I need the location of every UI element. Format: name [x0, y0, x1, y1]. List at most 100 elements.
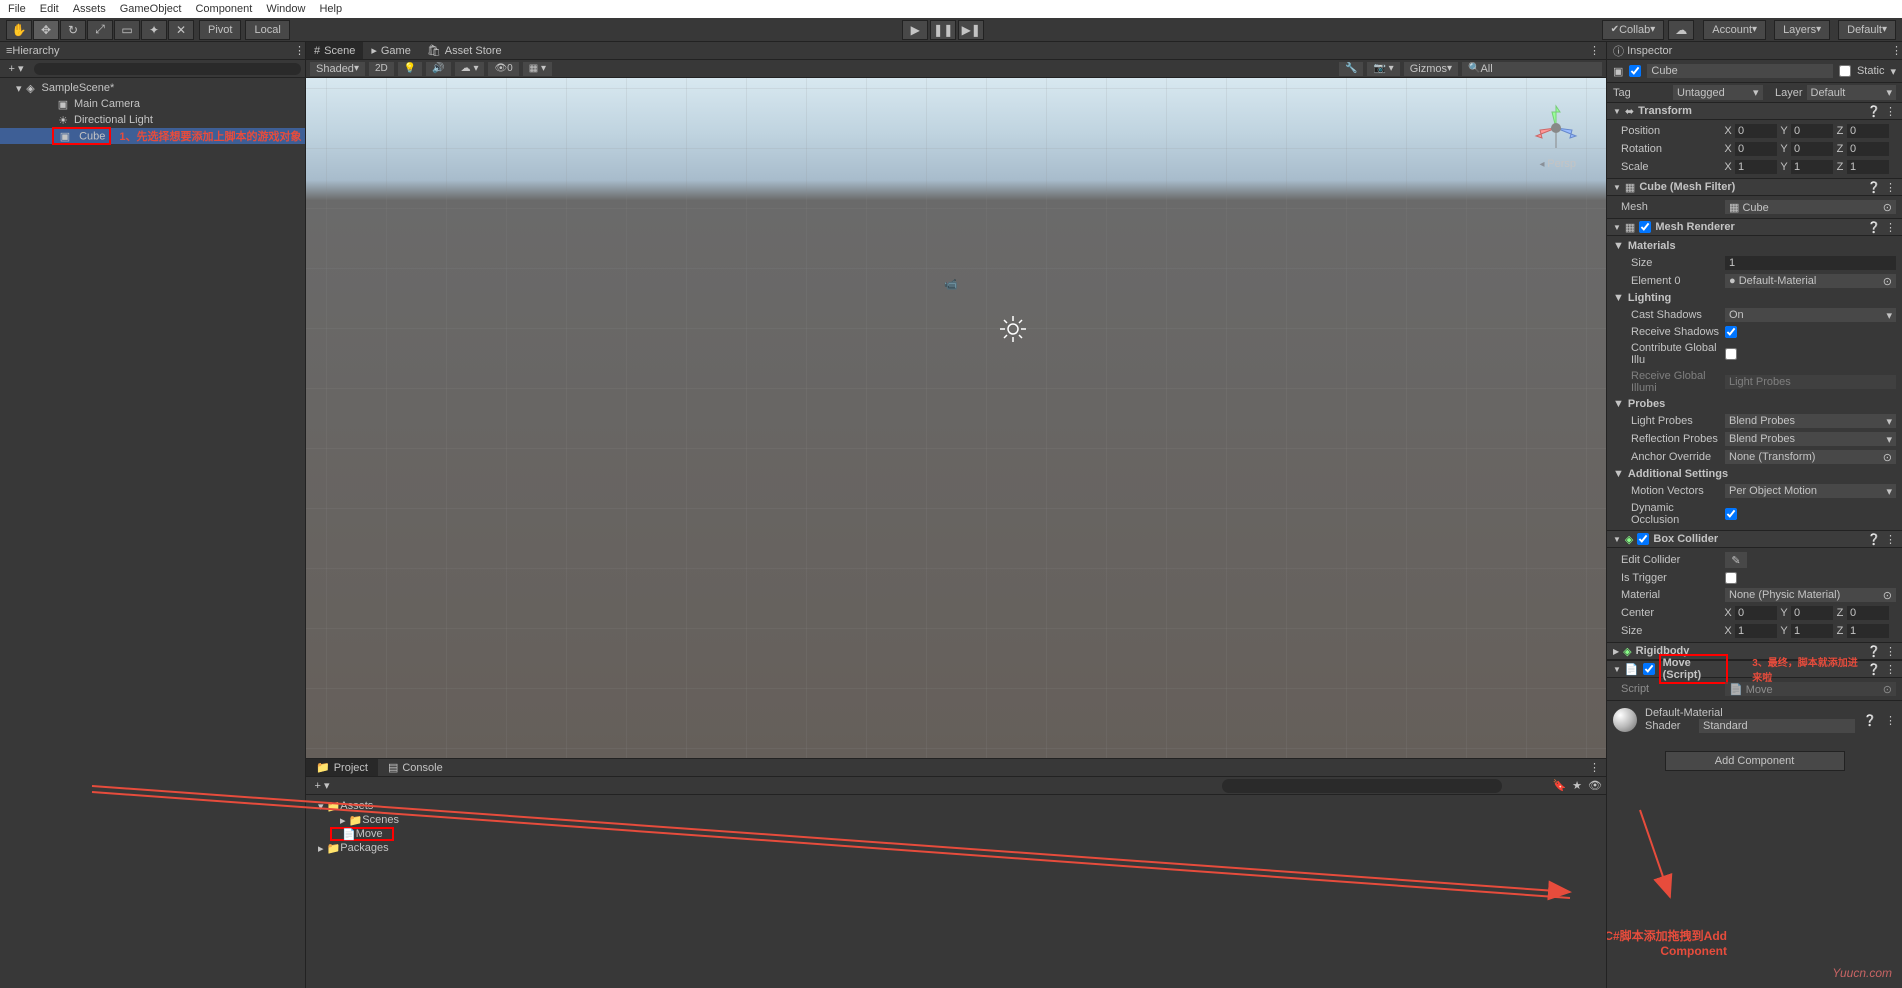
static-checkbox[interactable]	[1839, 65, 1851, 77]
scene-audio-toggle[interactable]: 🔊	[426, 62, 450, 76]
center-y[interactable]: 0	[1791, 606, 1833, 620]
collab-dropdown[interactable]: ✔ Collab ▾	[1602, 20, 1665, 40]
hierarchy-item-cube[interactable]: ▣ Cube 1、先选择想要添加上脚本的游戏对象	[0, 128, 305, 144]
physic-material-field[interactable]: None (Physic Material)⊙	[1725, 588, 1896, 602]
rotate-tool[interactable]: ↻	[60, 20, 86, 40]
center-x[interactable]: 0	[1735, 606, 1777, 620]
add-component-button[interactable]: Add Component	[1665, 751, 1845, 771]
play-button[interactable]: ▶	[902, 20, 928, 40]
script-enabled[interactable]	[1643, 663, 1655, 675]
scale-z[interactable]: 1	[1847, 160, 1889, 174]
pos-y[interactable]: 0	[1791, 124, 1833, 138]
project-hidden-icon[interactable]: 👁	[1588, 779, 1602, 792]
rot-x[interactable]: 0	[1735, 142, 1777, 156]
tab-scene[interactable]: #Scene	[306, 42, 363, 59]
hierarchy-search[interactable]	[34, 63, 301, 75]
packages-folder[interactable]: ▸ 📁 Packages	[306, 841, 1606, 855]
2d-toggle[interactable]: 2D	[369, 62, 394, 76]
menu-assets[interactable]: Assets	[73, 3, 106, 15]
scene-tools[interactable]: 🔧	[1339, 62, 1363, 76]
material-preview[interactable]: Default-Material ShaderStandard ❔⋮	[1607, 700, 1902, 739]
step-button[interactable]: ▶❚	[958, 20, 984, 40]
menu-edit[interactable]: Edit	[40, 3, 59, 15]
scene-lighting-toggle[interactable]: 💡	[398, 62, 422, 76]
local-toggle[interactable]: Local	[245, 20, 289, 40]
menu-help[interactable]: Help	[319, 3, 342, 15]
tab-project[interactable]: 📁Project	[306, 759, 378, 776]
transform-tool[interactable]: ✦	[141, 20, 167, 40]
scene-search[interactable]: 🔍 All	[1462, 62, 1602, 76]
shader-dropdown[interactable]: Standard	[1699, 719, 1855, 733]
tab-game[interactable]: ▸Game	[363, 42, 419, 59]
edit-collider-button[interactable]: ✎	[1725, 552, 1747, 568]
hierarchy-item-light[interactable]: ☀ Directional Light	[0, 112, 305, 128]
scale-x[interactable]: 1	[1735, 160, 1777, 174]
hand-tool[interactable]: ✋	[6, 20, 32, 40]
cast-shadows-dropdown[interactable]: On▾	[1725, 308, 1896, 322]
collider-component-header[interactable]: ▼◈ Box Collider❔⋮	[1607, 530, 1902, 548]
scale-tool[interactable]: ⤢	[87, 20, 113, 40]
menu-window[interactable]: Window	[266, 3, 305, 15]
tab-console[interactable]: ▤Console	[378, 759, 453, 776]
scenes-folder[interactable]: ▸ 📁 Scenes	[306, 813, 1606, 827]
custom-tool[interactable]: ✕	[168, 20, 194, 40]
project-search[interactable]	[1222, 779, 1502, 793]
dynamic-occlusion-checkbox[interactable]	[1725, 508, 1737, 520]
move-script-asset[interactable]: 📄 Move	[330, 827, 394, 841]
gameobject-name-field[interactable]: Cube	[1647, 64, 1833, 78]
rot-y[interactable]: 0	[1791, 142, 1833, 156]
material-element0[interactable]: ● Default-Material⊙	[1725, 274, 1896, 288]
layout-dropdown[interactable]: Default ▾	[1838, 20, 1896, 40]
layers-dropdown[interactable]: Layers ▾	[1774, 20, 1830, 40]
contribute-gi-checkbox[interactable]	[1725, 348, 1737, 360]
light-probes-dropdown[interactable]: Blend Probes▾	[1725, 414, 1896, 428]
pos-x[interactable]: 0	[1735, 124, 1777, 138]
tag-dropdown[interactable]: Untagged▾	[1673, 85, 1763, 100]
size-x[interactable]: 1	[1735, 624, 1777, 638]
orientation-gizmo[interactable]	[1526, 98, 1586, 158]
renderer-component-header[interactable]: ▼▦ Mesh Renderer❔⋮	[1607, 218, 1902, 236]
hierarchy-tab[interactable]: ≡ Hierarchy ⋮	[0, 42, 305, 60]
pos-z[interactable]: 0	[1847, 124, 1889, 138]
meshfilter-component-header[interactable]: ▼▦ Cube (Mesh Filter)❔⋮	[1607, 178, 1902, 196]
pause-button[interactable]: ❚❚	[930, 20, 956, 40]
scene-view[interactable]: 📹 ◂ Persp	[306, 78, 1606, 758]
persp-label[interactable]: ◂ Persp	[1539, 158, 1576, 170]
scene-camera[interactable]: 📷 ▾	[1367, 62, 1399, 76]
hierarchy-add-button[interactable]: + ▾	[4, 62, 28, 76]
move-tool[interactable]: ✥	[33, 20, 59, 40]
gameobject-active-checkbox[interactable]	[1629, 65, 1641, 77]
tab-assetstore[interactable]: 🛍Asset Store	[419, 42, 510, 59]
transform-component-header[interactable]: ▼⬌ Transform❔⋮	[1607, 102, 1902, 120]
anchor-override-field[interactable]: None (Transform)⊙	[1725, 450, 1896, 464]
project-filter-icon[interactable]: 🔖	[1552, 779, 1566, 792]
cube-gizmo[interactable]	[996, 298, 1028, 330]
scene-grid-toggle[interactable]: ▦ ▾	[523, 62, 552, 76]
collider-enabled[interactable]	[1637, 533, 1649, 545]
shading-dropdown[interactable]: Shaded ▾	[310, 62, 365, 76]
rect-tool[interactable]: ▭	[114, 20, 140, 40]
rot-z[interactable]: 0	[1847, 142, 1889, 156]
materials-size[interactable]: 1	[1725, 256, 1896, 270]
center-z[interactable]: 0	[1847, 606, 1889, 620]
hierarchy-item-camera[interactable]: ▣ Main Camera	[0, 96, 305, 112]
inspector-tab[interactable]: ⓘ Inspector ⋮	[1607, 42, 1902, 60]
layer-dropdown[interactable]: Default▾	[1807, 85, 1897, 100]
project-add-button[interactable]: + ▾	[310, 779, 334, 793]
receive-shadows-checkbox[interactable]	[1725, 326, 1737, 338]
motion-vectors-dropdown[interactable]: Per Object Motion▾	[1725, 484, 1896, 498]
gizmos-dropdown[interactable]: Gizmos ▾	[1404, 62, 1458, 76]
scene-fx-toggle[interactable]: ☁ ▾	[455, 62, 485, 76]
scale-y[interactable]: 1	[1791, 160, 1833, 174]
pivot-toggle[interactable]: Pivot	[199, 20, 241, 40]
size-y[interactable]: 1	[1791, 624, 1833, 638]
menu-component[interactable]: Component	[195, 3, 252, 15]
cloud-button[interactable]: ☁	[1668, 20, 1694, 40]
reflection-probes-dropdown[interactable]: Blend Probes▾	[1725, 432, 1896, 446]
menu-file[interactable]: File	[8, 3, 26, 15]
size-z[interactable]: 1	[1847, 624, 1889, 638]
mesh-field[interactable]: ▦ Cube⊙	[1725, 200, 1896, 214]
account-dropdown[interactable]: Account ▾	[1703, 20, 1766, 40]
scene-item[interactable]: ▾ ◈ SampleScene*	[0, 80, 305, 96]
project-favorite-icon[interactable]: ★	[1572, 779, 1582, 792]
